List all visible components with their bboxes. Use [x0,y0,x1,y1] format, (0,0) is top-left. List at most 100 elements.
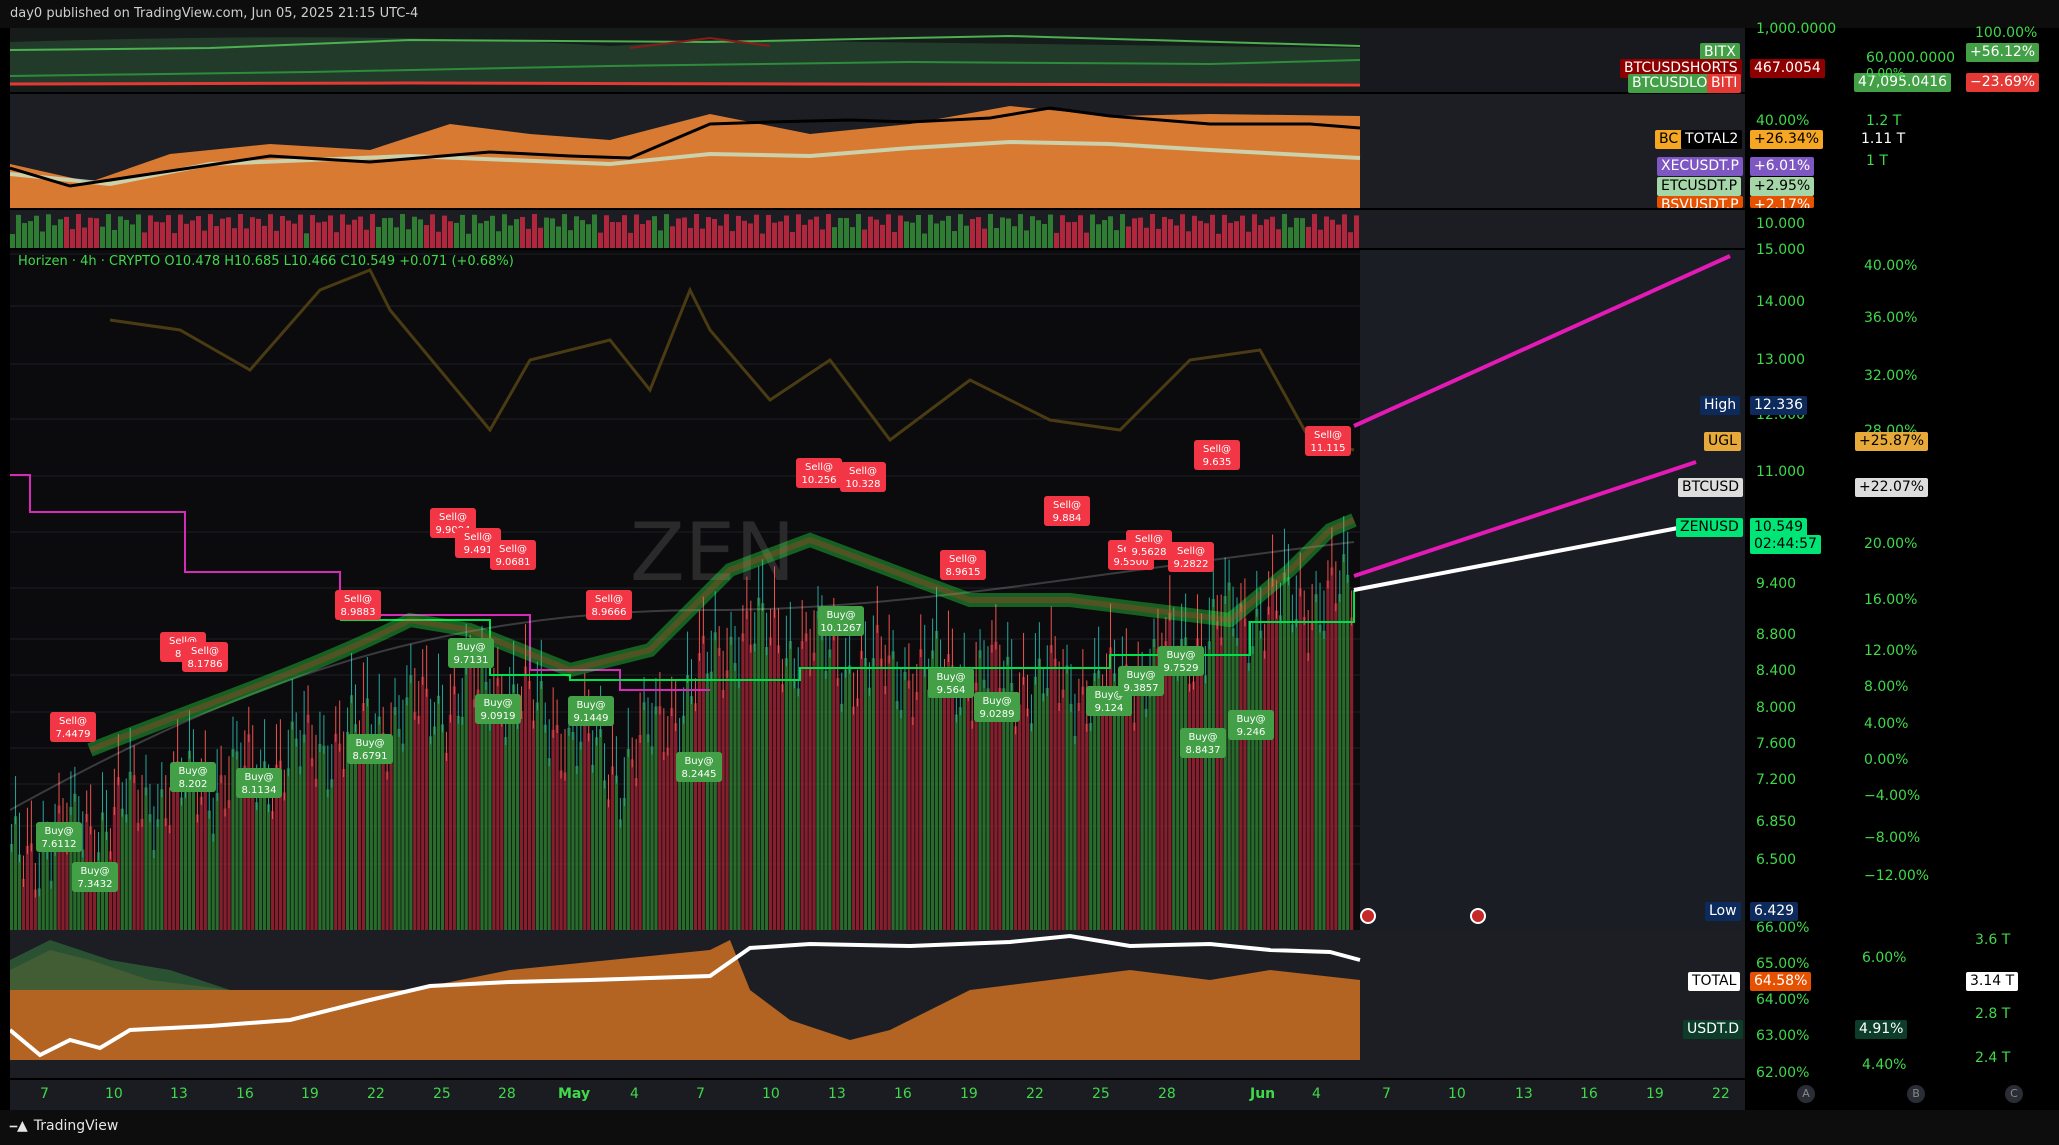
volume-bar [832,227,837,248]
total2-pane[interactable] [9,94,1745,208]
volume-bar [862,229,867,248]
top-compare-pane[interactable] [9,28,1745,92]
volume-bar [760,233,765,248]
time-axis[interactable]: 7 10 13 16 19 22 25 28 May 4 7 10 13 16 19 22 25 28 Jun 4 7 1… [10,1080,1745,1110]
volume-bar [358,216,363,248]
top-compare-plot [9,28,1361,92]
price-bar [559,770,563,930]
percent-axis-tick: 16.00% [1864,592,1918,608]
total2-b-value: 1.11 T [1857,130,1910,149]
volume-bar [82,227,87,248]
price-bar [314,778,318,930]
price-bar [160,789,164,930]
publish-bar: day0 published on TradingView.com, Jun 0… [0,0,2059,28]
volume-bar [574,216,579,248]
scale-button-c[interactable]: C [2005,1085,2023,1103]
volume-bar [214,226,219,248]
price-bar [741,633,745,930]
svg-text:8.1786: 8.1786 [188,659,223,670]
svg-text:9.0681: 9.0681 [496,557,531,568]
volume-bar [544,217,549,248]
price-bar [543,724,547,930]
axis-label: 1,000.0000 [1756,21,1837,37]
volume-bar [220,218,225,248]
price-bar [1243,618,1247,930]
volume-bar [328,215,333,248]
volume-bar [898,215,903,248]
price-bar [784,658,788,930]
price-bar [266,804,271,930]
price-bar [587,733,591,930]
btcusd-label: BTCUSD [1678,478,1744,497]
price-bar [598,729,603,930]
sell-signal-label: Sell@ 11.115 [1305,426,1351,456]
price-bar [1033,676,1038,930]
price-bar [1195,638,1200,930]
price-bar [195,814,199,930]
buy-signal-label: Buy@ 9.7529 [1158,646,1204,676]
scale-button-a[interactable]: A [1797,1085,1815,1103]
main-price-pane[interactable]: ZEN Sell@ 7.4479 Buy@ 7.6112 Buy@ 7.3432 Sell@… [9,250,1745,930]
buy-signal-label: Buy@ 7.3432 [72,862,118,892]
price-bar [749,644,753,930]
volume-bar [964,225,969,248]
volume-bar [136,214,141,248]
volume-bar [106,214,111,248]
buy-signal-label: Buy@ 9.0289 [974,692,1020,722]
price-bar [942,687,947,930]
volume-pane[interactable] [10,210,1745,248]
axis-label: 62.00% [1756,1065,1810,1081]
price-bar [547,758,551,930]
volume-bar [268,214,273,248]
price-bar [1116,707,1121,930]
c-value-label: 3.14 T [1966,972,2019,991]
price-bar [1057,703,1061,930]
low-label: Low [1705,902,1741,921]
price-bar [385,771,389,930]
price-bar [622,798,626,930]
volume-bar [244,228,249,248]
tradingview-logo[interactable]: ⎯▲ TradingView [10,1118,118,1134]
price-bar [867,687,871,930]
price-bar [907,680,911,930]
svg-text:8.9666: 8.9666 [592,607,627,618]
volume-bar [718,225,723,248]
price-bar [124,814,128,930]
volume-bar [628,232,633,248]
volume-bar [502,214,507,248]
sell-signal-label: Sell@ 8.9666 [586,590,632,620]
volume-bar [1240,215,1245,248]
price-bar [429,736,433,930]
volume-bar [796,214,801,248]
axis-label: 66.00% [1756,920,1810,936]
price-bar [488,722,492,930]
publish-line: day0 published on TradingView.com, Jun 0… [10,6,419,21]
volume-bar [28,221,33,248]
volume-bar [166,215,171,248]
svg-text:9.246: 9.246 [1237,727,1266,738]
svg-text:Sell@: Sell@ [1053,500,1081,511]
volume-bar [202,230,207,248]
time-axis-tick: 10 [105,1086,123,1102]
price-bar [1120,680,1124,930]
svg-text:9.7131: 9.7131 [454,655,489,666]
volume-bar [778,221,783,248]
scale-button-b[interactable]: B [1907,1085,1925,1103]
price-bar [148,814,152,930]
volume-bar [1072,221,1077,248]
price-axis-tick: 14.000 [1756,294,1805,310]
volume-bar [226,217,231,248]
volume-bar [1186,231,1191,248]
price-bar [721,689,725,930]
dominance-pane[interactable] [8,930,1745,1078]
volume-bar [616,222,621,248]
price-bar [1219,637,1223,930]
price-bar [211,833,215,930]
volume-bar [424,225,429,248]
price-bar [298,766,302,930]
axis-label: 6.00% [1862,950,1907,966]
price-bar [670,708,674,930]
price-bar [1263,650,1267,930]
volume-bar [298,214,303,248]
xec-label: XECUSDT.P [1657,157,1743,176]
